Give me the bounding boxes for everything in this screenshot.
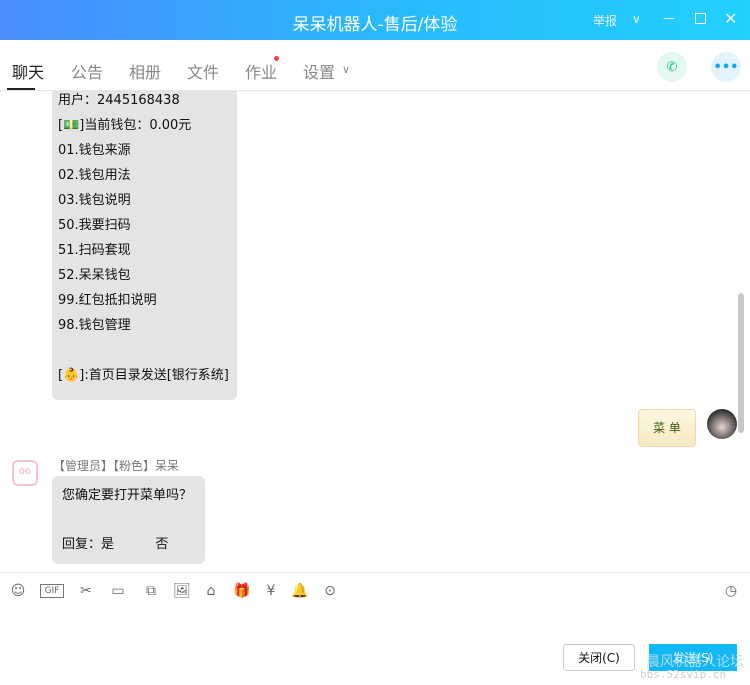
- menu-line: 99.红包抵扣说明: [58, 293, 157, 308]
- menu-line: 01.钱包来源: [58, 143, 131, 158]
- report-button[interactable]: 举报: [593, 12, 617, 29]
- tab-chat[interactable]: 聊天: [12, 59, 44, 83]
- menu-line: [58, 338, 237, 363]
- message-input[interactable]: [6, 608, 741, 640]
- phone-call-button[interactable]: ✆: [657, 52, 687, 82]
- confirm-text: 您确定要打开菜单吗？: [62, 488, 193, 503]
- bell-icon[interactable]: 🔔: [291, 582, 309, 600]
- gift-icon[interactable]: 🎁: [233, 582, 251, 600]
- tab-homework[interactable]: 作业: [245, 59, 277, 83]
- close-icon[interactable]: ✕: [724, 9, 737, 28]
- notification-dot: [274, 56, 279, 61]
- scissors-icon[interactable]: ✂: [77, 582, 95, 600]
- menu-message-bubble: 用户：2445168438 [💵]当前钱包：0.00元 01.钱包来源 02.钱包用法…: [52, 91, 237, 400]
- image-icon[interactable]: 🖼: [173, 582, 191, 600]
- more-button[interactable]: •••: [711, 52, 741, 82]
- minimize-icon[interactable]: —: [663, 11, 675, 25]
- menu-line: 98.钱包管理: [58, 318, 131, 333]
- menu-line: 03.钱包说明: [58, 193, 131, 208]
- sender-name: 【管理员】【粉色】呆呆: [53, 459, 180, 473]
- chevron-down-icon[interactable]: ∨: [342, 63, 350, 76]
- input-toolbar: ☺ GIF ✂ ▭ ⧉ 🖼 ⌂ 🎁 ¥ 🔔 ⊙ ◷: [0, 582, 750, 602]
- close-button[interactable]: 关闭(C): [563, 644, 635, 671]
- history-clock-icon[interactable]: ◷: [722, 582, 740, 600]
- chat-area: 用户：2445168438 [💵]当前钱包：0.00元 01.钱包来源 02.钱包用法…: [0, 91, 750, 573]
- watermark-url: bbs.52svip.cn: [640, 668, 727, 681]
- menu-line: 用户：2445168438: [58, 93, 180, 108]
- more-icon[interactable]: ⊙: [321, 582, 339, 600]
- red-packet-icon[interactable]: ¥: [262, 582, 280, 600]
- gif-icon[interactable]: GIF: [40, 584, 64, 598]
- more-icon: •••: [713, 59, 739, 75]
- menu-line: 52.呆呆钱包: [58, 268, 131, 283]
- shop-icon[interactable]: ⌂: [202, 582, 220, 600]
- tab-notice[interactable]: 公告: [71, 59, 103, 83]
- screenshot-icon[interactable]: ⧉: [142, 582, 160, 600]
- user-avatar[interactable]: [707, 409, 737, 439]
- menu-line: 50.我要扫码: [58, 218, 131, 233]
- emoji-icon[interactable]: ☺: [9, 582, 27, 600]
- maximize-icon[interactable]: [695, 13, 706, 24]
- sticker-message: 菜 单: [638, 409, 696, 447]
- chevron-down-icon[interactable]: ∨: [632, 12, 641, 26]
- tab-album[interactable]: 相册: [129, 59, 161, 83]
- tab-files[interactable]: 文件: [187, 59, 219, 83]
- tab-bar: 聊天 公告 相册 文件 作业 设置 ∨ ✆ •••: [0, 40, 750, 91]
- reply-text: 回复：是 否: [62, 537, 169, 552]
- active-tab-indicator: [7, 88, 35, 90]
- menu-line: 51.扫码套现: [58, 243, 131, 258]
- confirm-message-bubble: 您确定要打开菜单吗？ 回复：是 否: [52, 476, 205, 564]
- scrollbar-thumb[interactable]: [738, 293, 744, 433]
- phone-icon: ✆: [666, 59, 678, 75]
- folder-icon[interactable]: ▭: [109, 582, 127, 600]
- tab-settings[interactable]: 设置: [303, 59, 335, 83]
- menu-line: [👶]:首页目录发送[银行系统]: [58, 368, 229, 383]
- menu-line: 02.钱包用法: [58, 168, 131, 183]
- menu-line: [💵]当前钱包：0.00元: [58, 118, 192, 133]
- title-bar: 呆呆机器人-售后/体验 举报 ∨ — ✕: [0, 0, 750, 40]
- robot-avatar-icon[interactable]: oo: [12, 460, 38, 486]
